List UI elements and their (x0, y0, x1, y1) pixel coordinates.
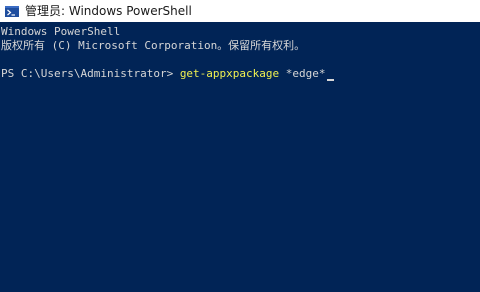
command-line[interactable]: PS C:\Users\Administrator> get-appxpacka… (1, 67, 334, 81)
console-area[interactable]: Windows PowerShell 版权所有 (C) Microsoft Co… (0, 22, 480, 292)
powershell-icon (5, 5, 19, 17)
powershell-window: 管理员: Windows PowerShell Windows PowerShe… (0, 0, 480, 292)
text-cursor (326, 79, 334, 81)
title-bar[interactable]: 管理员: Windows PowerShell (0, 0, 480, 22)
console-header-line-2: 版权所有 (C) Microsoft Corporation。保留所有权利。 (1, 39, 306, 52)
command-args: *edge* (279, 67, 326, 80)
prompt-text: PS C:\Users\Administrator> (1, 67, 180, 80)
console-header-line-1: Windows PowerShell (1, 25, 121, 38)
command-name: get-appxpackage (179, 67, 280, 80)
window-title: 管理员: Windows PowerShell (25, 4, 192, 18)
